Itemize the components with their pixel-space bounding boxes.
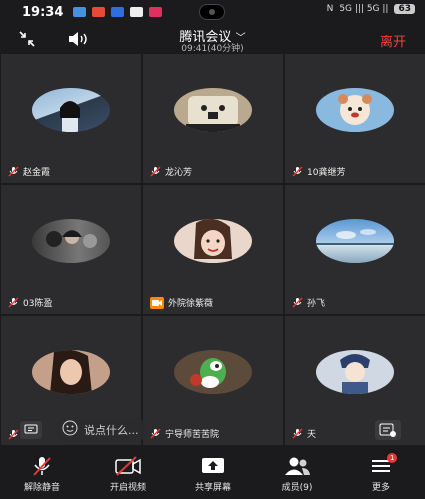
avatar	[174, 88, 252, 132]
signal-icon: 5G ||| 5G ||	[339, 4, 389, 14]
participant-name: 赵金霞	[23, 168, 51, 178]
avatar	[32, 219, 110, 263]
status-app-icons	[73, 7, 163, 17]
battery-icon: 63	[394, 4, 415, 14]
chat-bar: 说点什么...	[20, 418, 147, 442]
app-notify-icon	[111, 7, 125, 17]
chat-toggle-icon[interactable]	[20, 421, 42, 439]
app-notify-icon	[92, 7, 106, 17]
more-button[interactable]: 1 更多	[346, 453, 416, 495]
app-notify-icon	[130, 7, 144, 17]
nfc-icon: N	[326, 4, 334, 14]
participant-name: 孙飞	[307, 299, 326, 309]
mic-muted-icon	[7, 455, 77, 477]
app-notify-icon	[73, 7, 87, 17]
app-notify-icon	[149, 7, 163, 17]
participant-tile[interactable]: 孙飞	[285, 185, 425, 314]
mic-muted-icon	[150, 428, 161, 439]
participant-tile[interactable]: 10龚继芳	[285, 54, 425, 183]
video-off-icon	[93, 455, 163, 477]
avatar	[174, 350, 252, 394]
mic-muted-icon	[292, 428, 303, 439]
participant-tile[interactable]: 赵金霞	[1, 54, 141, 183]
mic-muted-icon	[8, 429, 19, 440]
mic-muted-icon	[150, 166, 161, 177]
avatar	[316, 219, 394, 263]
avatar	[32, 350, 110, 394]
avatar	[32, 88, 110, 132]
mic-muted-icon	[8, 297, 19, 308]
chat-input[interactable]: 说点什么...	[54, 418, 147, 442]
participant-name: 外院徐紫薇	[168, 299, 214, 309]
camera-off-icon	[150, 296, 164, 309]
participant-tile[interactable]: 外院徐紫薇	[143, 185, 283, 314]
meeting-header: 腾讯会议 ﹀ 09:41(40分钟) 离开	[0, 24, 425, 54]
mic-muted-icon	[292, 297, 303, 308]
start-video-button[interactable]: 开启视频	[93, 455, 163, 495]
participant-name: 10龚继芳	[307, 168, 346, 178]
mic-muted-icon	[292, 166, 303, 177]
front-camera	[199, 4, 225, 20]
avatar	[316, 88, 394, 132]
status-bar: 19:34 N 5G ||| 5G || 63	[0, 0, 425, 24]
share-screen-icon	[178, 455, 248, 477]
avatar	[174, 219, 252, 263]
members-icon	[262, 455, 332, 477]
participant-name: 宁导师苦苦院	[165, 430, 220, 440]
menu-icon	[346, 455, 416, 477]
meeting-toolbar: 解除静音 开启视频 共享屏幕 成员(9) 1 更多	[0, 452, 425, 499]
share-screen-button[interactable]: 共享屏幕	[178, 455, 248, 495]
leave-button[interactable]: 离开	[380, 31, 406, 50]
participant-grid: 赵金霞 龙沁芳 10龚继芳 03陈盈 外院徐紫薇 孙飞 宁导师苦苦院 天	[0, 54, 425, 446]
notes-icon[interactable]	[375, 420, 401, 440]
participant-tile[interactable]: 天	[285, 316, 425, 445]
status-right: N 5G ||| 5G || 63	[327, 4, 415, 14]
participant-tile[interactable]: 龙沁芳	[143, 54, 283, 183]
participant-name: 03陈盈	[23, 299, 53, 309]
chat-placeholder: 说点什么...	[84, 424, 139, 437]
participant-tile[interactable]: 03陈盈	[1, 185, 141, 314]
mic-muted-icon	[8, 166, 19, 177]
members-button[interactable]: 成员(9)	[262, 455, 332, 495]
status-time: 19:34	[22, 4, 64, 20]
meeting-duration: 09:41(40分钟)	[181, 44, 244, 54]
emoji-icon[interactable]	[62, 420, 78, 440]
participant-tile[interactable]: 宁导师苦苦院	[143, 316, 283, 445]
unmute-button[interactable]: 解除静音	[7, 455, 77, 495]
avatar	[316, 350, 394, 394]
participant-name: 龙沁芳	[165, 168, 193, 178]
participant-name: 天	[307, 430, 317, 440]
